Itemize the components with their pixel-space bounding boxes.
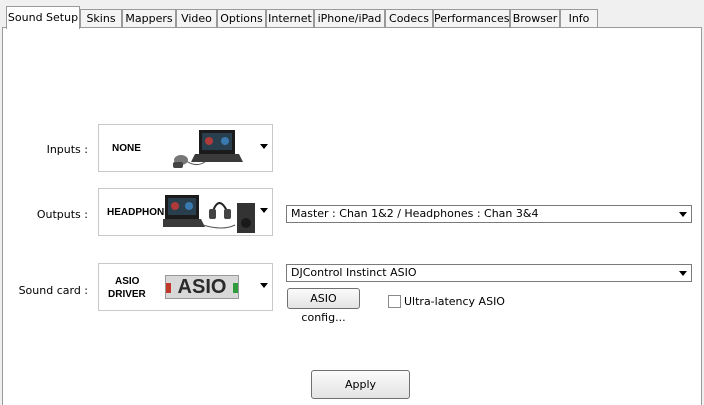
tab-options[interactable]: Options (217, 9, 266, 28)
chevron-down-icon[interactable] (260, 208, 268, 213)
tab-info[interactable]: Info (560, 9, 598, 28)
tab-mappers[interactable]: Mappers (122, 9, 176, 28)
inputs-picker[interactable]: NONE (98, 124, 273, 172)
tab-codecs[interactable]: Codecs (385, 9, 433, 28)
asio-logo-text: ASIO (177, 276, 227, 298)
tab-performances[interactable]: Performances (433, 9, 510, 28)
asio-config-button[interactable]: ASIO config... (287, 288, 360, 324)
ultra-latency-label: Ultra-latency ASIO (404, 295, 505, 308)
sound-card-value-line1: ASIO (115, 276, 140, 287)
chevron-down-icon[interactable] (675, 265, 691, 281)
tab-sound-setup[interactable]: Sound Setup (6, 6, 80, 29)
sound-card-label: Sound card : (18, 284, 88, 297)
tab-video[interactable]: Video (176, 9, 217, 28)
apply-button[interactable]: Apply (311, 370, 410, 399)
tab-bar: Sound Setup Skins Mappers Video Options … (0, 0, 704, 29)
asio-logo: ASIO (165, 275, 239, 299)
ultra-latency-checkbox[interactable] (388, 295, 401, 308)
laptop-headphones-speaker-icon (163, 195, 255, 233)
tab-browser[interactable]: Browser (510, 9, 560, 28)
tab-internet[interactable]: Internet (266, 9, 314, 28)
inputs-value: NONE (112, 143, 141, 154)
sound-card-device-select[interactable]: DJControl Instinct ASIO (286, 264, 692, 282)
output-routing-value: Master : Chan 1&2 / Headphones : Chan 3&… (291, 207, 539, 220)
sound-card-picker[interactable]: ASIO DRIVER ASIO (98, 263, 273, 311)
tab-skins[interactable]: Skins (80, 9, 122, 28)
outputs-label: Outputs : (36, 208, 88, 221)
sound-card-value-line2: DRIVER (108, 289, 146, 300)
sound-card-device-value: DJControl Instinct ASIO (291, 266, 417, 279)
chevron-down-icon[interactable] (675, 206, 691, 222)
output-routing-select[interactable]: Master : Chan 1&2 / Headphones : Chan 3&… (286, 205, 692, 223)
chevron-down-icon[interactable] (260, 283, 268, 288)
tab-iphone-ipad[interactable]: iPhone/iPad (314, 9, 385, 28)
inputs-label: Inputs : (46, 143, 88, 156)
laptop-mic-icon (173, 130, 243, 168)
outputs-picker[interactable]: HEADPHONES (98, 188, 273, 236)
chevron-down-icon[interactable] (260, 144, 268, 149)
